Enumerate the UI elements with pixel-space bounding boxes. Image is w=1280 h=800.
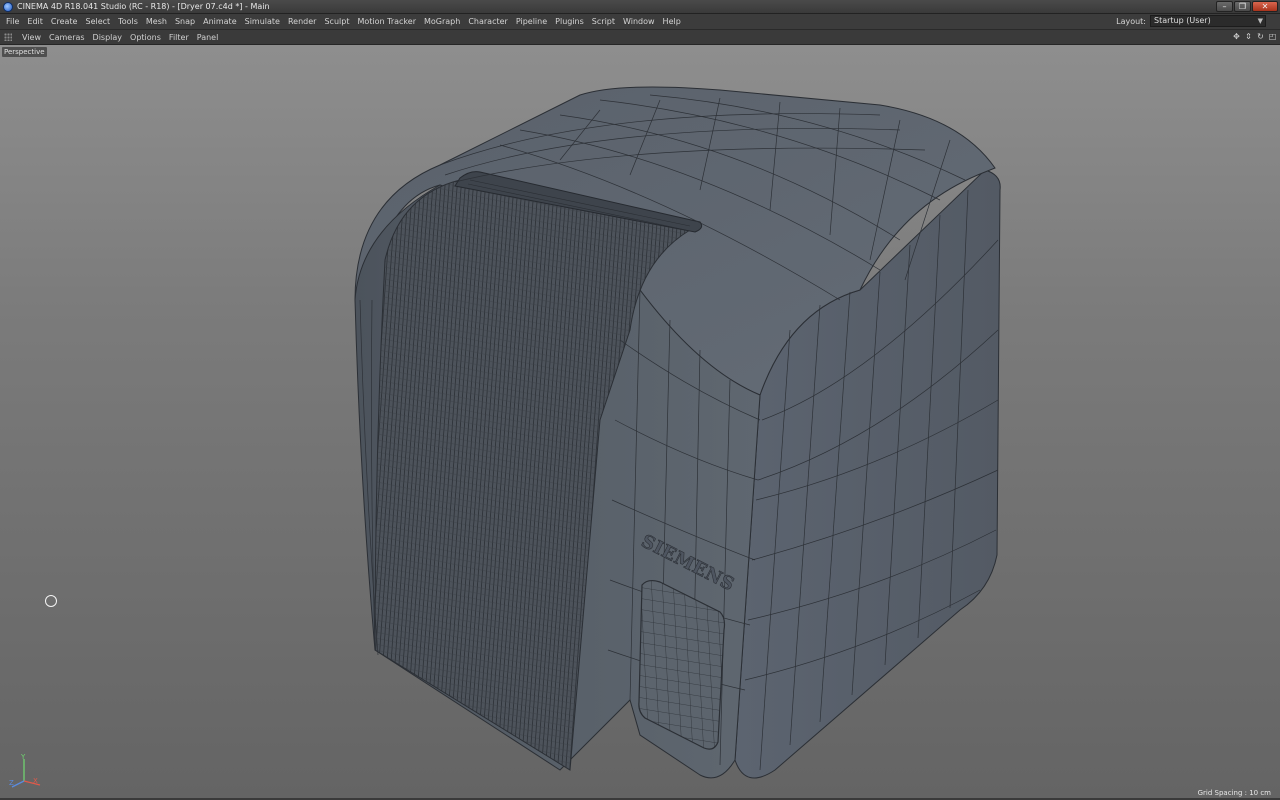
menu-render[interactable]: Render — [284, 14, 320, 30]
menu-edit[interactable]: Edit — [23, 14, 47, 30]
svg-text:X: X — [33, 777, 38, 785]
menu-animate[interactable]: Animate — [199, 14, 241, 30]
window-controls: – ❐ ✕ — [1216, 1, 1278, 12]
menu-help[interactable]: Help — [659, 14, 685, 30]
dolly-icon[interactable]: ⇕ — [1244, 32, 1253, 42]
menu-window[interactable]: Window — [619, 14, 659, 30]
title-bar: CINEMA 4D R18.041 Studio (RC - R18) - [D… — [0, 0, 1280, 14]
menu-character[interactable]: Character — [464, 14, 512, 30]
svg-text:Z: Z — [9, 779, 14, 787]
cinema4d-app-icon — [3, 1, 13, 12]
main-menu-bar: File Edit Create Select Tools Mesh Snap … — [0, 14, 1280, 30]
dryer-model: SIEMENS — [354, 86, 1001, 779]
menu-snap[interactable]: Snap — [171, 14, 199, 30]
menu-mograph[interactable]: MoGraph — [420, 14, 464, 30]
menu-simulate[interactable]: Simulate — [241, 14, 284, 30]
viewport-menu-cameras[interactable]: Cameras — [45, 30, 89, 45]
layout-switcher: Layout: Startup (User) ▼ — [1116, 15, 1266, 27]
menu-tools[interactable]: Tools — [114, 14, 142, 30]
svg-text:Y: Y — [20, 753, 26, 761]
menu-mesh[interactable]: Mesh — [142, 14, 171, 30]
layout-value: Startup (User) — [1154, 16, 1211, 25]
minimize-button[interactable]: – — [1216, 1, 1233, 12]
maximize-button[interactable]: ❐ — [1234, 1, 1251, 12]
viewport-menu-options[interactable]: Options — [126, 30, 165, 45]
close-button[interactable]: ✕ — [1252, 1, 1278, 12]
menu-plugins[interactable]: Plugins — [551, 14, 588, 30]
perspective-viewport[interactable]: SIEMENS Perspective Y X Z Grid Spacing :… — [0, 45, 1280, 800]
mouse-cursor — [45, 595, 57, 607]
grid-spacing-readout: Grid Spacing : 10 cm — [1197, 789, 1271, 797]
layout-dropdown[interactable]: Startup (User) ▼ — [1150, 15, 1266, 27]
menu-script[interactable]: Script — [588, 14, 619, 30]
menu-file[interactable]: File — [2, 14, 23, 30]
menu-sculpt[interactable]: Sculpt — [320, 14, 353, 30]
viewport-menu-view[interactable]: View — [18, 30, 45, 45]
axis-gizmo-icon: Y X Z — [9, 753, 41, 788]
menu-pipeline[interactable]: Pipeline — [512, 14, 551, 30]
viewport-navigation-tools: ✥ ⇕ ↻ ◰ — [1232, 32, 1277, 42]
camera-label[interactable]: Perspective — [2, 47, 47, 57]
toggle-view-icon[interactable]: ◰ — [1268, 32, 1277, 42]
chevron-down-icon: ▼ — [1257, 17, 1263, 25]
menu-create[interactable]: Create — [47, 14, 82, 30]
menu-motion-tracker[interactable]: Motion Tracker — [353, 14, 420, 30]
viewport-menu-filter[interactable]: Filter — [165, 30, 193, 45]
panel-grip-icon[interactable] — [4, 33, 12, 41]
viewport-menu-panel[interactable]: Panel — [193, 30, 223, 45]
layout-label: Layout: — [1116, 16, 1146, 26]
rotate-view-icon[interactable]: ↻ — [1256, 32, 1265, 42]
viewport-menu-bar: View Cameras Display Options Filter Pane… — [0, 30, 1280, 45]
window-title: CINEMA 4D R18.041 Studio (RC - R18) - [D… — [17, 2, 270, 11]
move-view-icon[interactable]: ✥ — [1232, 32, 1241, 42]
viewport-menu-display[interactable]: Display — [89, 30, 127, 45]
menu-select[interactable]: Select — [81, 14, 114, 30]
